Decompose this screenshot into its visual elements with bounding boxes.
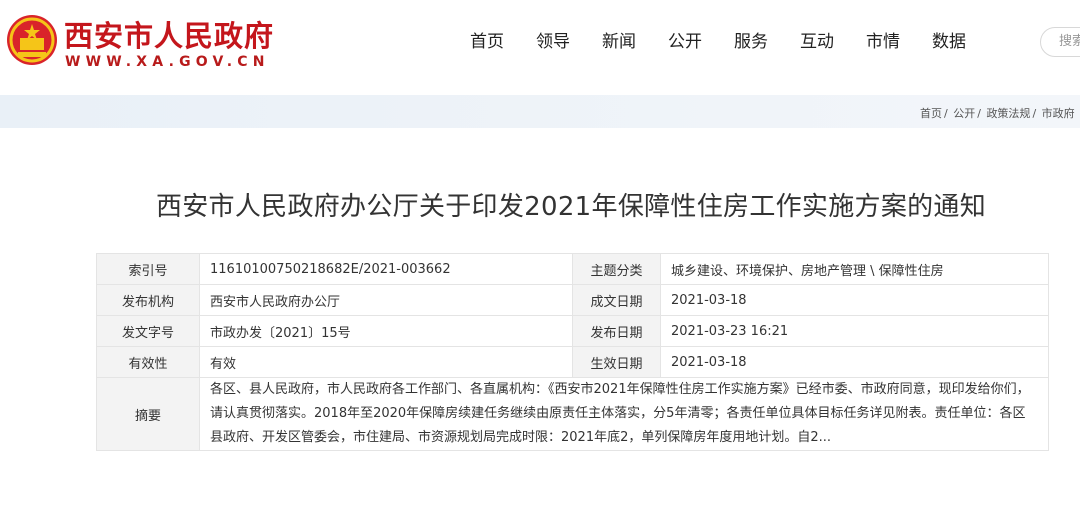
published-date-value: 2021-03-23 16:21 xyxy=(660,315,1049,347)
nav-leaders[interactable]: 领导 xyxy=(536,30,570,54)
site-name[interactable]: 西安市人民政府 xyxy=(64,20,274,52)
index-value: 11610100750218682E/2021-003662 xyxy=(199,253,573,285)
nav-data[interactable]: 数据 xyxy=(932,30,966,54)
table-row: 发文字号 市政办发〔2021〕15号 发布日期 2021-03-23 16:21 xyxy=(96,315,1049,347)
nav-public[interactable]: 公开 xyxy=(668,30,702,54)
topic-label: 主题分类 xyxy=(572,253,661,285)
page-title: 西安市人民政府办公厅关于印发2021年保障性住房工作实施方案的通知 xyxy=(155,192,987,222)
table-row: 有效性 有效 生效日期 2021-03-18 xyxy=(96,346,1049,378)
breadcrumb: 首页 / 公开 / 政策法规 / 市政府 xyxy=(920,105,1077,121)
breadcrumb-gov[interactable]: 市政府 xyxy=(1042,107,1075,120)
breadcrumb-bar: 首页 / 公开 / 政策法规 / 市政府 xyxy=(0,95,1080,128)
effective-date-label: 生效日期 xyxy=(572,346,661,378)
topic-value: 城乡建设、环境保护、房地产管理 \ 保障性住房 xyxy=(660,253,1049,285)
nav-news[interactable]: 新闻 xyxy=(602,30,636,54)
doc-number-value: 市政办发〔2021〕15号 xyxy=(199,315,573,347)
table-row: 发布机构 西安市人民政府办公厅 成文日期 2021-03-18 xyxy=(96,284,1049,316)
breadcrumb-separator: / xyxy=(1032,107,1037,120)
nav-city-info[interactable]: 市情 xyxy=(866,30,900,54)
breadcrumb-public[interactable]: 公开 xyxy=(953,107,975,120)
table-row: 索引号 11610100750218682E/2021-003662 主题分类 … xyxy=(96,253,1049,285)
created-date-value: 2021-03-18 xyxy=(660,284,1049,316)
created-date-label: 成文日期 xyxy=(572,284,661,316)
summary-value: 各区、县人民政府，市人民政府各工作部门、各直属机构：《西安市2021年保障性住房… xyxy=(199,377,1049,451)
breadcrumb-home[interactable]: 首页 xyxy=(920,107,942,120)
issuer-label: 发布机构 xyxy=(96,284,200,316)
summary-label: 摘要 xyxy=(96,377,200,451)
issuer-value: 西安市人民政府办公厅 xyxy=(199,284,573,316)
nav-interaction[interactable]: 互动 xyxy=(800,30,834,54)
nav-services[interactable]: 服务 xyxy=(734,30,768,54)
search-input[interactable]: 搜索 xyxy=(1040,27,1080,57)
breadcrumb-separator: / xyxy=(977,107,981,120)
breadcrumb-policy[interactable]: 政策法规 xyxy=(986,107,1030,120)
published-date-label: 发布日期 xyxy=(572,315,661,347)
doc-number-label: 发文字号 xyxy=(96,315,200,347)
site-header: 西安市人民政府 WWW.XA.GOV.CN 首页 领导 新闻 公开 服务 互动 … xyxy=(0,0,1080,95)
validity-label: 有效性 xyxy=(96,346,200,378)
table-row: 摘要 各区、县人民政府，市人民政府各工作部门、各直属机构：《西安市2021年保障… xyxy=(96,377,1049,451)
site-url[interactable]: WWW.XA.GOV.CN xyxy=(65,54,270,70)
national-emblem-icon[interactable] xyxy=(6,14,58,66)
breadcrumb-separator: / xyxy=(944,107,948,120)
validity-value: 有效 xyxy=(199,346,573,378)
index-label: 索引号 xyxy=(96,253,200,285)
main-nav: 首页 领导 新闻 公开 服务 互动 市情 数据 xyxy=(470,30,998,54)
nav-home[interactable]: 首页 xyxy=(470,30,504,54)
document-meta-table: 索引号 11610100750218682E/2021-003662 主题分类 … xyxy=(96,253,1049,451)
effective-date-value: 2021-03-18 xyxy=(660,346,1049,378)
